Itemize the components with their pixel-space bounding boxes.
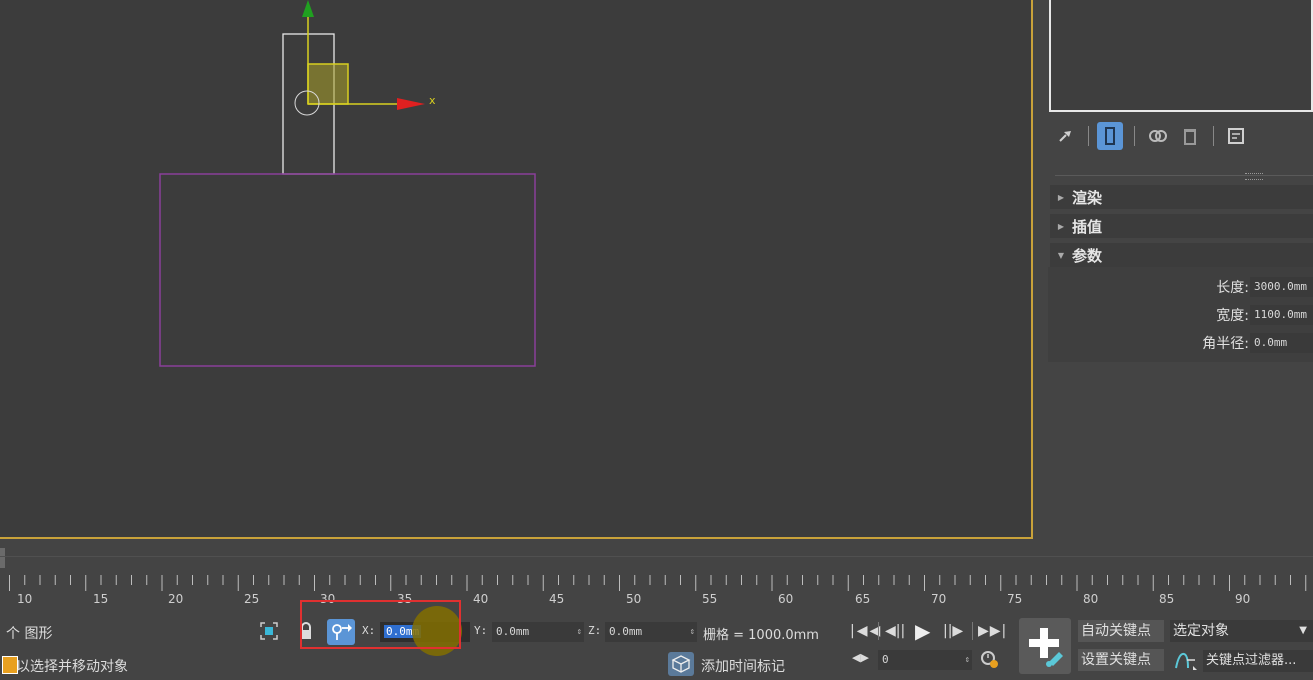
x-axis-label: x <box>429 94 436 107</box>
z-coord-value: 0.0mm <box>609 625 643 638</box>
tick-label: 40 <box>473 592 489 606</box>
timeslider-track[interactable] <box>0 556 1313 557</box>
play-icon[interactable]: ▶ <box>915 619 930 643</box>
track-bar-ticks <box>9 575 1307 591</box>
rectangle-shape[interactable] <box>159 173 536 367</box>
gizmo-y-arrow-icon[interactable] <box>302 0 314 17</box>
rollout-parameters-label: 参数 <box>1072 246 1103 265</box>
delete-icon[interactable] <box>1177 122 1203 150</box>
y-coord-value: 0.0mm <box>496 625 530 638</box>
time-configuration-icon[interactable] <box>980 650 1000 670</box>
configure-sets-icon[interactable] <box>1223 122 1249 150</box>
make-unique-icon[interactable] <box>1145 122 1171 150</box>
width-label: 宽度: <box>1216 308 1249 324</box>
current-frame-value: 0 <box>882 653 889 666</box>
selection-count-text: 个 图形 <box>6 626 53 642</box>
prompt-line-text: 以选择并移动对象 <box>16 659 128 675</box>
rollout-interpolation-label: 插值 <box>1072 217 1103 236</box>
collapse-arrow-icon: ▶ <box>1057 221 1065 231</box>
spinner-icon[interactable]: ⇕ <box>965 650 970 670</box>
isolate-selection-icon[interactable] <box>259 621 279 641</box>
grid-size-text: 栅格 = 1000.0mm <box>703 628 819 643</box>
show-end-result-icon[interactable] <box>1097 122 1123 150</box>
corner-radius-label: 角半径: <box>1202 336 1249 352</box>
tick-label: 60 <box>778 592 794 606</box>
y-coord-field[interactable]: 0.0mm ⇕ <box>492 622 584 642</box>
spinner-icon[interactable]: ⇕ <box>577 622 582 642</box>
set-keys-big-button[interactable] <box>1019 618 1071 674</box>
toolbar-divider <box>1213 126 1214 146</box>
timeslider-handle[interactable] <box>0 548 5 568</box>
tick-label: 75 <box>1007 592 1023 606</box>
spinner-icon[interactable]: ⇕ <box>690 622 695 642</box>
dropdown-arrow-icon: ▼ <box>1299 625 1307 636</box>
resize-grip[interactable] <box>1245 173 1263 180</box>
toolbar-divider <box>1088 126 1089 146</box>
rollout-interpolation[interactable]: ▶ 插值 <box>1050 214 1313 238</box>
tick-label: 15 <box>93 592 109 606</box>
gizmo-xy-plane-handle[interactable] <box>307 63 349 105</box>
next-frame-icon[interactable]: ||▶ <box>943 623 963 639</box>
track-bar[interactable] <box>0 573 1313 607</box>
divider <box>972 622 973 640</box>
tick-label: 45 <box>549 592 565 606</box>
viewport-canvas[interactable]: x <box>0 0 1031 537</box>
selection-set-value: 选定对象 <box>1173 623 1229 639</box>
tick-label: 55 <box>702 592 718 606</box>
pin-stack-icon[interactable] <box>1052 122 1078 150</box>
divider <box>878 622 879 640</box>
tick-label: 20 <box>168 592 184 606</box>
collapse-arrow-icon: ▶ <box>1057 192 1065 202</box>
modifier-stack-list[interactable] <box>1049 0 1313 112</box>
expand-arrow-icon: ▼ <box>1057 250 1065 260</box>
tick-label: 65 <box>855 592 871 606</box>
key-filters-button[interactable]: 关键点过滤器... <box>1203 650 1313 672</box>
tick-label: 50 <box>626 592 642 606</box>
rollout-parameters[interactable]: ▼ 参数 <box>1050 243 1313 267</box>
tick-label: 25 <box>244 592 260 606</box>
tick-label: 70 <box>931 592 947 606</box>
add-time-tag-label[interactable]: 添加时间标记 <box>701 656 785 676</box>
toolbar-divider <box>1134 126 1135 146</box>
length-field[interactable]: 3000.0mm <box>1250 277 1313 297</box>
perspective-viewport[interactable]: x <box>0 0 1033 539</box>
add-time-tag-icon[interactable] <box>668 652 694 676</box>
rollout-render-label: 渲染 <box>1072 188 1103 207</box>
width-field[interactable]: 1100.0mm <box>1250 305 1313 325</box>
highlight-annotation-box <box>300 600 461 649</box>
tick-label: 10 <box>17 592 33 606</box>
gizmo-x-arrow-icon[interactable] <box>397 98 425 110</box>
key-tangent-icon[interactable] <box>1173 650 1199 672</box>
set-key-button[interactable]: 设置关键点 <box>1078 649 1164 671</box>
key-mode-toggle-icon[interactable]: ◀▶ <box>852 651 869 664</box>
tick-label: 90 <box>1235 592 1251 606</box>
corner-radius-field[interactable]: 0.0mm <box>1250 333 1313 353</box>
tick-label: 85 <box>1159 592 1175 606</box>
current-frame-field[interactable]: 0 ⇕ <box>878 650 972 670</box>
z-coord-label: Z: <box>588 624 602 637</box>
go-to-end-icon[interactable]: ▶▶| <box>978 623 1007 639</box>
panel-divider <box>1055 175 1313 176</box>
length-label: 长度: <box>1216 280 1249 296</box>
previous-frame-icon[interactable]: ◀|| <box>885 623 905 639</box>
selection-set-dropdown[interactable]: 选定对象 ▼ <box>1170 620 1313 642</box>
tick-label: 80 <box>1083 592 1099 606</box>
rollout-render[interactable]: ▶ 渲染 <box>1050 185 1313 209</box>
z-coord-field[interactable]: 0.0mm ⇕ <box>605 622 697 642</box>
y-coord-label: Y: <box>474 624 488 637</box>
auto-key-button[interactable]: 自动关键点 <box>1078 620 1164 642</box>
